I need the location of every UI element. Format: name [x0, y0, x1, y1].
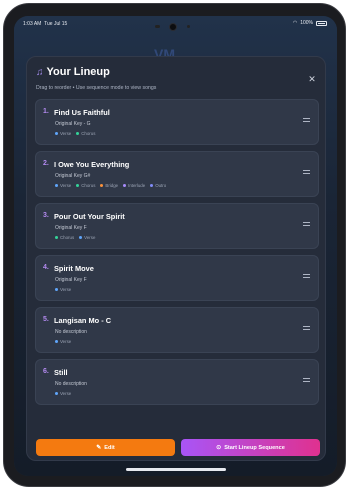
- song-key: No description: [55, 381, 87, 387]
- song-section-tags: Verse: [55, 391, 71, 396]
- battery-icon: [316, 20, 327, 26]
- song-title: Spirit Move: [54, 263, 94, 273]
- song-title: Pour Out Your Spirit: [54, 211, 125, 221]
- drag-handle-icon[interactable]: [303, 222, 310, 227]
- section-tag: Outro: [150, 183, 166, 188]
- song-key: Original Key F: [55, 277, 87, 283]
- tag-dot-icon: [123, 184, 127, 187]
- section-tag-label: Verse: [84, 235, 96, 240]
- edit-icon: ✎: [96, 445, 102, 451]
- section-tag: Verse: [55, 183, 71, 188]
- edit-button-label: Edit: [104, 444, 115, 451]
- tag-dot-icon: [55, 392, 58, 395]
- section-tag-label: Verse: [60, 131, 72, 136]
- music-note-icon: ♫: [36, 66, 44, 78]
- section-tag-label: Verse: [60, 391, 72, 396]
- tag-dot-icon: [150, 184, 154, 187]
- song-number: 2.: [43, 160, 49, 167]
- song-card[interactable]: 6. Still No description Verse: [35, 359, 319, 405]
- lineup-modal: ♫ Your Lineup Drag to reorder • Use sequ…: [26, 56, 326, 461]
- drag-handle-icon[interactable]: [303, 118, 310, 123]
- song-title: I Owe You Everything: [54, 159, 130, 169]
- song-section-tags: Verse Chorus Bridge Interlude Outro: [55, 183, 166, 188]
- section-tag: Verse: [55, 339, 71, 344]
- modal-title-text: Your Lineup: [46, 66, 110, 78]
- drag-handle-icon[interactable]: [303, 170, 310, 175]
- tag-dot-icon: [55, 132, 58, 135]
- tag-dot-icon: [55, 340, 58, 343]
- section-tag: Verse: [55, 131, 71, 136]
- song-number: 6.: [43, 368, 49, 375]
- status-right: ◠ 100%: [293, 20, 327, 26]
- tag-dot-icon: [55, 184, 58, 187]
- section-tag: Interlude: [123, 183, 145, 188]
- song-card[interactable]: 4. Spirit Move Original Key F Verse: [35, 255, 319, 301]
- play-circle-icon: ⊙: [216, 445, 222, 451]
- tag-dot-icon: [76, 132, 80, 135]
- song-card[interactable]: 1. Find Us Faithful Original Key - G Verse C…: [35, 99, 319, 145]
- section-tag: Chorus: [76, 131, 95, 136]
- start-button-label: Start Lineup Sequence: [224, 444, 285, 451]
- drag-handle-icon[interactable]: [303, 274, 310, 279]
- section-tag-label: Chorus: [81, 131, 96, 136]
- tablet-frame: VM 1:03 AM Tue Jul 15 ◠ 100% ♫ Your Line…: [3, 3, 346, 487]
- song-number: 4.: [43, 264, 49, 271]
- tag-dot-icon: [55, 236, 58, 239]
- section-tag: Chorus: [55, 235, 74, 240]
- song-section-tags: Verse: [55, 287, 71, 292]
- section-tag-label: Interlude: [128, 183, 146, 188]
- song-key: Original Key G#: [55, 173, 91, 179]
- section-tag-label: Verse: [60, 287, 72, 292]
- modal-title: ♫ Your Lineup: [36, 66, 110, 78]
- section-tag-label: Verse: [60, 183, 72, 188]
- section-tag: Chorus: [76, 183, 95, 188]
- song-card[interactable]: 3. Pour Out Your Spirit Original Key F Chor…: [35, 203, 319, 249]
- song-title: Langisan Mo - C: [54, 315, 112, 325]
- home-indicator[interactable]: [126, 468, 226, 471]
- section-tag: Bridge: [100, 183, 118, 188]
- sensor-dot-icon: [187, 25, 190, 28]
- drag-handle-icon[interactable]: [303, 326, 310, 331]
- section-tag-label: Outro: [155, 183, 167, 188]
- song-key: Original Key F: [55, 225, 87, 231]
- section-tag-label: Chorus: [81, 183, 96, 188]
- song-card[interactable]: 5. Langisan Mo - C No description Verse: [35, 307, 319, 353]
- song-key: No description: [55, 329, 87, 335]
- tag-dot-icon: [55, 288, 58, 291]
- tag-dot-icon: [76, 184, 80, 187]
- song-title: Find Us Faithful: [54, 107, 110, 117]
- section-tag-label: Bridge: [105, 183, 119, 188]
- song-number: 3.: [43, 212, 49, 219]
- section-tag: Verse: [55, 391, 71, 396]
- section-tag-label: Verse: [60, 339, 72, 344]
- sensor-icon: [155, 25, 160, 28]
- start-lineup-sequence-button[interactable]: ⊙ Start Lineup Sequence: [181, 439, 320, 456]
- modal-subtitle: Drag to reorder • Use sequence mode to v…: [36, 85, 157, 91]
- status-time: 1:03 AM Tue Jul 15: [23, 21, 68, 27]
- song-number: 5.: [43, 316, 49, 323]
- edit-button[interactable]: ✎ Edit: [36, 439, 175, 456]
- screen: VM 1:03 AM Tue Jul 15 ◠ 100% ♫ Your Line…: [14, 16, 337, 476]
- song-title: Still: [54, 367, 68, 377]
- song-section-tags: Verse: [55, 339, 71, 344]
- song-key: Original Key - G: [55, 121, 91, 127]
- camera-icon: [169, 23, 177, 31]
- battery-percent: 100%: [300, 20, 313, 26]
- section-tag: Verse: [79, 235, 95, 240]
- drag-handle-icon[interactable]: [303, 378, 310, 383]
- tag-dot-icon: [100, 184, 104, 187]
- song-section-tags: Verse Chorus: [55, 131, 95, 136]
- song-card[interactable]: 2. I Owe You Everything Original Key G# Ver…: [35, 151, 319, 197]
- close-icon[interactable]: ✕: [307, 74, 317, 84]
- tag-dot-icon: [79, 236, 83, 239]
- section-tag: Verse: [55, 287, 71, 292]
- song-section-tags: Chorus Verse: [55, 235, 95, 240]
- section-tag-label: Chorus: [60, 235, 75, 240]
- song-number: 1.: [43, 108, 49, 115]
- wifi-icon: ◠: [292, 20, 298, 26]
